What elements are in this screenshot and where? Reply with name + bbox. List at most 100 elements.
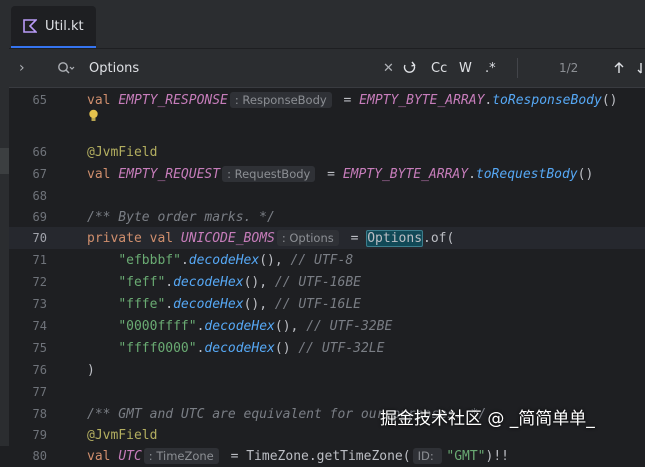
code-text: "0000ffff".decodeHex(), // UTF-32BE [87, 319, 392, 334]
match-case-toggle[interactable]: Cc [431, 49, 447, 87]
code-line[interactable]: 72 "feff".decodeHex(), // UTF-16BE [9, 271, 645, 293]
code-token: . [180, 252, 189, 268]
inlay-type-hint: : Options [276, 229, 339, 246]
code-editor[interactable]: 65 val EMPTY_RESPONSE: ResponseBody = EMP… [9, 88, 645, 464]
code-token: (), [274, 318, 307, 334]
code-line[interactable]: 73 "fffe".decodeHex(), // UTF-16LE [9, 293, 645, 315]
code-token: . [423, 230, 431, 246]
regex-toggle[interactable]: .* [485, 49, 496, 87]
line-number: 70 [32, 231, 47, 245]
code-text: "efbbbf".decodeHex(), // UTF-8 [87, 253, 353, 268]
code-token: @JvmField [87, 427, 158, 443]
expand-replace-chevron-icon[interactable]: › [19, 49, 25, 87]
code-token: // UTF-32BE [306, 318, 393, 334]
code-line[interactable]: 75 "ffff0000".decodeHex() // UTF-32LE [9, 337, 645, 359]
code-token: decodeHex [204, 318, 275, 334]
left-tool-strip [0, 0, 9, 446]
code-token: val [87, 166, 119, 182]
new-line-icon[interactable] [402, 49, 418, 87]
code-text: val UTC: TimeZone = TimeZone.getTimeZone… [87, 447, 509, 464]
code-token: = [319, 166, 343, 182]
code-token: val [87, 448, 119, 464]
code-token: EMPTY_REQUEST [118, 166, 221, 182]
kotlin-file-icon [23, 19, 37, 33]
code-token: // UTF-16BE [274, 274, 361, 290]
code-token: // UTF-16LE [274, 296, 361, 312]
code-token: EMPTY_RESPONSE [118, 92, 228, 108]
code-token: "ffff0000" [118, 340, 197, 356]
code-line[interactable]: 71 "efbbbf".decodeHex(), // UTF-8 [9, 249, 645, 271]
code-token: "efbbbf" [118, 252, 181, 268]
code-text: @JvmField [87, 428, 157, 443]
line-number: 68 [32, 189, 47, 203]
code-line[interactable]: 67 val EMPTY_REQUEST: RequestBody = EMPTY… [9, 163, 645, 185]
code-token: private val [87, 230, 181, 246]
inlay-type-hint: : TimeZone [143, 447, 219, 464]
code-text: ) [87, 363, 95, 378]
code-token: UNICODE_BOMS [180, 230, 275, 246]
code-token: () [274, 340, 299, 356]
code-token: (), [259, 252, 291, 268]
code-line[interactable]: 65 val EMPTY_RESPONSE: ResponseBody = EMP… [9, 89, 645, 111]
intention-lightbulb-icon[interactable] [88, 109, 99, 123]
code-token: "fffe" [118, 296, 166, 312]
code-token: = [335, 92, 360, 108]
code-token: EMPTY_BYTE_ARRAY [342, 166, 469, 182]
line-number: 72 [32, 275, 47, 289]
code-token: of( [430, 230, 455, 246]
code-token: val [87, 92, 119, 108]
code-line[interactable]: 76) [9, 359, 645, 381]
next-occurrence-icon[interactable] [637, 49, 645, 87]
code-token: = TimeZone.getTimeZone( [222, 448, 411, 464]
code-token: // UTF-32LE [298, 340, 385, 356]
inlay-type-hint: : RequestBody [222, 165, 316, 182]
inlay-type-hint: ID: [412, 447, 443, 464]
code-token: "0000ffff" [118, 318, 197, 334]
watermark: 掘金技术社区 @ _简简单单_ [380, 409, 595, 429]
search-history-icon[interactable] [57, 49, 75, 87]
code-token: (), [243, 274, 275, 290]
find-bar-divider [517, 58, 518, 78]
code-token: UTC [118, 448, 142, 464]
clear-search-icon[interactable]: ✕ [383, 49, 394, 87]
search-match-highlight: Options [366, 229, 424, 247]
code-text: val EMPTY_RESPONSE: ResponseBody = EMPTY… [87, 91, 617, 108]
line-number: 71 [32, 253, 47, 267]
line-number: 69 [32, 210, 47, 224]
code-line[interactable]: 69 /** Byte order marks. */ [9, 206, 645, 228]
line-number: 76 [32, 363, 47, 377]
find-bar: › ✕ Cc W .* 1/2 [9, 49, 645, 88]
code-line[interactable]: 70 private val UNICODE_BOMS: Options = Op… [9, 227, 645, 249]
code-line[interactable]: 66 @JvmField [9, 141, 645, 163]
match-counter: 1/2 [559, 61, 579, 75]
line-number: 66 [32, 145, 47, 159]
code-token: EMPTY_BYTE_ARRAY [359, 92, 485, 108]
code-token: decodeHex [173, 296, 244, 312]
code-token: toResponseBody [492, 92, 602, 108]
line-number: 73 [32, 297, 47, 311]
line-number: 77 [32, 385, 47, 399]
code-token: decodeHex [204, 340, 275, 356]
code-line[interactable]: 77 [9, 381, 645, 403]
find-input[interactable] [89, 49, 369, 87]
code-line[interactable]: 80 val UTC: TimeZone = TimeZone.getTimeZo… [9, 445, 645, 467]
code-token: = [342, 230, 367, 246]
tab-util-kt[interactable]: Util.kt [11, 6, 96, 48]
code-token: (), [243, 296, 275, 312]
code-token: ) [87, 362, 95, 378]
words-toggle[interactable]: W [459, 49, 472, 87]
code-text: "feff".decodeHex(), // UTF-16BE [87, 275, 361, 290]
code-text: /** Byte order marks. */ [87, 210, 275, 225]
code-text: @JvmField [87, 145, 157, 160]
code-token: /** Byte order marks. */ [87, 209, 275, 225]
code-token: . [165, 296, 174, 312]
code-token: () [577, 166, 594, 182]
inlay-type-hint: : ResponseBody [229, 91, 332, 108]
code-line[interactable]: 74 "0000ffff".decodeHex(), // UTF-32BE [9, 315, 645, 337]
code-line[interactable]: 68 [9, 185, 645, 207]
previous-occurrence-icon[interactable] [612, 49, 626, 87]
line-number: 75 [32, 341, 47, 355]
code-token: "feff" [118, 274, 166, 290]
